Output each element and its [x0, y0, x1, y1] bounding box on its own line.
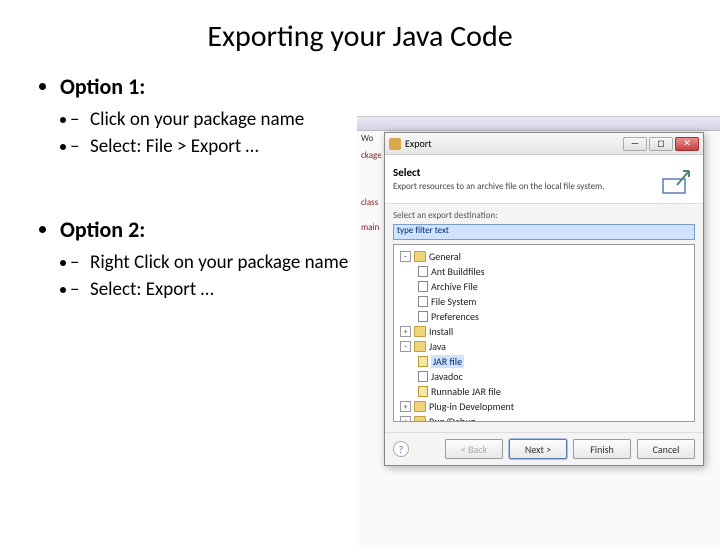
dialog-titlebar[interactable]: Export — ◻ ✕ [385, 133, 703, 155]
tree-node-general[interactable]: −General [400, 249, 692, 264]
tree-node-rundebug[interactable]: +Run/Debug [400, 414, 692, 422]
tree-item-jar[interactable]: JAR file [418, 354, 692, 369]
option-1-step: Click on your package name [78, 108, 358, 131]
tree-item[interactable]: Archive File [418, 279, 692, 294]
dialog-header-title: Select [393, 166, 659, 179]
tree-item[interactable]: File System [418, 294, 692, 309]
option-1-heading: Option 1: [60, 73, 720, 100]
finish-button[interactable]: Finish [573, 439, 631, 459]
dialog-footer: ? < Back Next > Finish Cancel [385, 432, 703, 465]
dialog-header-subtitle: Export resources to an archive file on t… [393, 181, 659, 192]
export-wizard-icon [659, 161, 695, 197]
dialog-window-title: Export [405, 137, 623, 150]
close-button[interactable]: ✕ [675, 137, 699, 151]
slide-title: Exporting your Java Code [0, 18, 720, 55]
tree-node-java[interactable]: −Java [400, 339, 692, 354]
export-tree[interactable]: −General Ant Buildfiles Archive File Fil… [393, 244, 695, 422]
back-button[interactable]: < Back [445, 439, 503, 459]
cancel-button[interactable]: Cancel [637, 439, 695, 459]
next-button[interactable]: Next > [509, 439, 567, 459]
option-1-step: Select: File > Export … [78, 135, 358, 158]
tree-item[interactable]: Javadoc [418, 369, 692, 384]
tree-item[interactable]: Preferences [418, 309, 692, 324]
export-app-icon [389, 138, 401, 150]
maximize-button[interactable]: ◻ [649, 137, 673, 151]
destination-label: Select an export destination: [393, 210, 695, 221]
dialog-header: Select Export resources to an archive fi… [385, 155, 703, 204]
help-button[interactable]: ? [393, 441, 409, 457]
tree-item[interactable]: Ant Buildfiles [418, 264, 692, 279]
minimize-button[interactable]: — [623, 137, 647, 151]
option-2-step: Select: Export … [78, 278, 358, 301]
filter-input[interactable]: type filter text [393, 224, 695, 240]
tree-node-plugin[interactable]: +Plug-in Development [400, 399, 692, 414]
tree-item[interactable]: Runnable JAR file [418, 384, 692, 399]
tree-node-install[interactable]: +Install [400, 324, 692, 339]
dialog-body: Select an export destination: type filte… [385, 204, 703, 432]
export-dialog: Export — ◻ ✕ Select Export resources to … [384, 132, 704, 466]
